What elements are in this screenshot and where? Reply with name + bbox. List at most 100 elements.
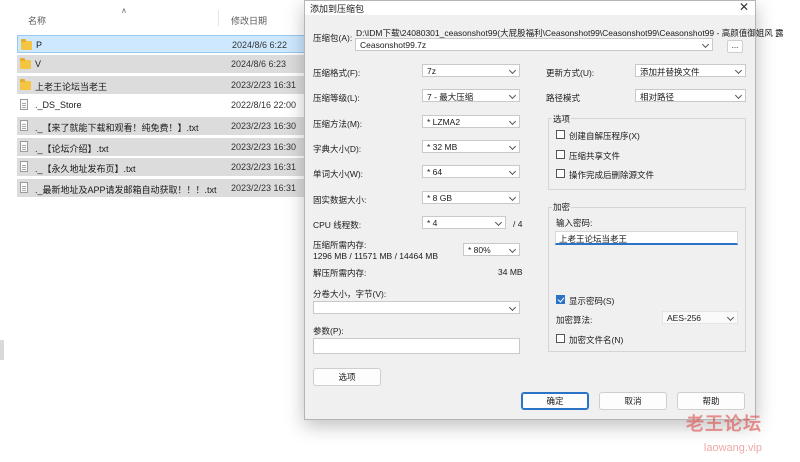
decompress-memory-value: 34 MB: [498, 267, 523, 277]
split-size-label: 分卷大小，字节(V):: [313, 289, 387, 299]
watermark-url: laowang.vip: [703, 442, 762, 454]
archive-name-combo[interactable]: Ceasonshot99.7z: [355, 38, 713, 51]
parameters-input[interactable]: [313, 338, 520, 354]
chevron-down-icon: [734, 66, 743, 75]
sfx-checkbox[interactable]: [556, 130, 565, 139]
help-button[interactable]: 帮助: [677, 392, 745, 410]
threads-label: CPU 线程数:: [313, 220, 362, 230]
browse-button[interactable]: ...: [727, 40, 743, 53]
delete-files-label[interactable]: 操作完成后删除源文件: [569, 169, 654, 181]
close-icon[interactable]: ✕: [739, 0, 749, 14]
file-row[interactable]: V 2024/8/6 6:23: [17, 55, 305, 73]
shared-files-label[interactable]: 压缩共享文件: [569, 150, 620, 162]
file-row[interactable]: ._【来了就能下载和观看！纯免费！】.txt 2023/2/23 16:30: [17, 117, 305, 135]
show-password-checkbox[interactable]: [556, 295, 565, 304]
format-select[interactable]: 7z: [422, 64, 520, 77]
encryption-method-value: AES-256: [667, 313, 702, 323]
dictionary-select[interactable]: * 32 MB: [422, 140, 520, 153]
column-header-name[interactable]: 名称: [28, 14, 46, 27]
file-name: ._【永久地址发布页】.txt: [35, 164, 136, 174]
archive-label: 压缩包(A):: [313, 33, 353, 43]
text-file-icon: [20, 161, 28, 172]
level-value: 7 - 最大压缩: [427, 92, 474, 102]
split-size-combo[interactable]: [313, 301, 520, 314]
text-file-icon: [20, 141, 28, 152]
file-row[interactable]: P 2024/8/6 6:22: [17, 35, 305, 53]
password-value: 上老王论坛当老王: [559, 234, 628, 244]
path-mode-value: 相对路径: [640, 92, 675, 102]
sfx-label[interactable]: 创建自解压程序(X): [569, 130, 640, 142]
dictionary-value: * 32 MB: [427, 142, 458, 152]
threads-value: * 4: [427, 218, 438, 228]
threads-select[interactable]: * 4: [422, 216, 506, 229]
password-input[interactable]: 上老王论坛当老王: [555, 231, 738, 245]
file-name: V: [35, 59, 42, 69]
scrollbar-thumb[interactable]: [0, 340, 4, 360]
update-mode-select[interactable]: 添加并替换文件: [635, 64, 746, 77]
file-name: P: [36, 40, 43, 50]
word-size-select[interactable]: * 64: [422, 165, 520, 178]
cancel-button[interactable]: 取消: [599, 392, 667, 410]
show-password-label[interactable]: 显示密码(S): [569, 295, 614, 307]
delete-files-checkbox[interactable]: [556, 169, 565, 178]
file-row[interactable]: ._最新地址及APP请发邮箱自动获取！！！.txt 2023/2/23 16:3…: [17, 179, 305, 197]
solid-size-select[interactable]: * 8 GB: [422, 191, 520, 204]
solid-size-label: 固实数据大小:: [313, 195, 367, 205]
file-row[interactable]: 上老王论坛当老王 2023/2/23 16:31: [17, 76, 305, 94]
chevron-down-icon: [494, 218, 503, 227]
folder-icon: [20, 79, 31, 90]
password-label: 输入密码:: [556, 218, 593, 228]
chevron-down-icon: [508, 245, 517, 254]
chevron-down-icon: [508, 117, 517, 126]
memory-usage-select[interactable]: * 80%: [463, 243, 520, 256]
chevron-down-icon: [508, 66, 517, 75]
dictionary-label: 字典大小(D):: [313, 144, 362, 154]
file-date: 2024/8/6 6:22: [232, 40, 288, 50]
encrypt-filenames-checkbox[interactable]: [556, 334, 565, 343]
file-date: 2023/2/23 16:31: [231, 80, 297, 90]
solid-size-value: * 8 GB: [427, 193, 453, 203]
word-size-label: 单词大小(W):: [313, 169, 364, 179]
file-row[interactable]: ._【永久地址发布页】.txt 2023/2/23 16:31: [17, 158, 305, 176]
chevron-down-icon: [701, 40, 710, 49]
method-select[interactable]: * LZMA2: [422, 115, 520, 128]
text-file-icon: [20, 120, 28, 131]
memory-detail: 1296 MB / 11571 MB / 14464 MB: [313, 251, 439, 261]
encrypt-filenames-label[interactable]: 加密文件名(N): [569, 334, 623, 346]
file-icon: [20, 99, 28, 110]
archive-name-value: Ceasonshot99.7z: [360, 40, 427, 50]
folder-icon: [21, 39, 32, 50]
file-date: 2023/2/23 16:31: [231, 162, 297, 172]
file-name: ._最新地址及APP请发邮箱自动获取！！！.txt: [35, 185, 217, 195]
options-button[interactable]: 选项: [313, 368, 381, 386]
path-mode-select[interactable]: 相对路径: [635, 89, 746, 102]
memory-usage-value: * 80%: [468, 245, 491, 255]
column-header-date[interactable]: 修改日期: [231, 14, 267, 27]
file-date: 2023/2/23 16:31: [231, 183, 297, 193]
text-file-icon: [20, 182, 28, 193]
file-row[interactable]: ._【论坛介绍】.txt 2023/2/23 16:30: [17, 138, 305, 156]
dialog-titlebar[interactable]: 添加到压缩包 ✕: [305, 0, 755, 15]
dialog-title: 添加到压缩包: [310, 4, 365, 14]
file-name: ._DS_Store: [35, 100, 82, 110]
folder-icon: [20, 58, 31, 69]
file-name: ._【来了就能下载和观看！纯免费！】.txt: [35, 123, 199, 133]
method-label: 压缩方法(M):: [313, 119, 363, 129]
level-select[interactable]: 7 - 最大压缩: [422, 89, 520, 102]
file-date: 2022/8/16 22:00: [231, 100, 297, 110]
chevron-down-icon: [734, 91, 743, 100]
update-mode-value: 添加并替换文件: [640, 67, 700, 77]
method-value: * LZMA2: [427, 117, 461, 127]
shared-files-checkbox[interactable]: [556, 150, 565, 159]
file-date: 2024/8/6 6:23: [231, 59, 287, 69]
memory-label: 压缩所需内存:: [313, 240, 367, 250]
level-label: 压缩等级(L):: [313, 93, 360, 103]
ok-button[interactable]: 确定: [521, 392, 589, 410]
word-size-value: * 64: [427, 167, 443, 177]
sort-up-icon: ∧: [121, 6, 127, 15]
column-divider[interactable]: [218, 10, 219, 26]
encryption-method-select[interactable]: AES-256: [662, 311, 738, 324]
chevron-down-icon: [508, 142, 517, 151]
file-row[interactable]: ._DS_Store 2022/8/16 22:00: [17, 96, 305, 114]
format-label: 压缩格式(F):: [313, 68, 361, 78]
